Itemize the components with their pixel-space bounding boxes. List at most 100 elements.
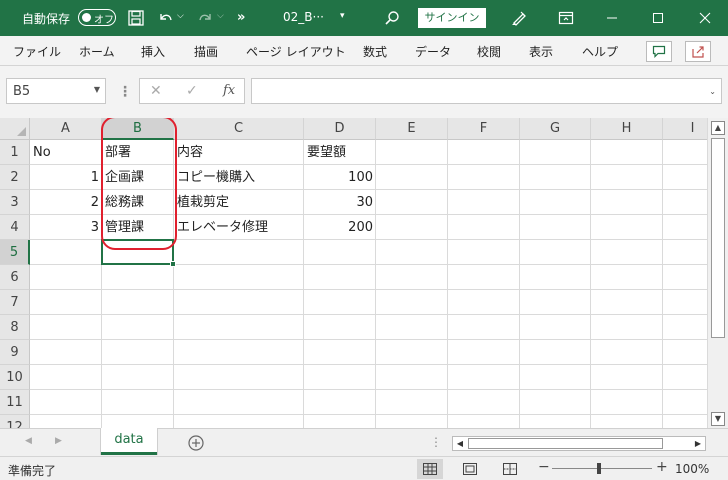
zoom-in-icon[interactable]: +: [656, 459, 668, 475]
worksheet-grid[interactable]: A B C D E F G H I 1 2 3 4 5 6 7 8 9 10 11 12 No 部署 内容 要望額 1 企画課 コピー…: [0, 118, 707, 428]
row-header-8[interactable]: 8: [0, 315, 30, 340]
fill-handle[interactable]: [170, 261, 176, 267]
zoom-slider-knob[interactable]: [597, 463, 601, 474]
row-header-6[interactable]: 6: [0, 265, 30, 290]
cancel-icon[interactable]: ✕: [150, 83, 162, 99]
row-header-7[interactable]: 7: [0, 290, 30, 315]
undo-icon[interactable]: [156, 9, 174, 27]
share-button[interactable]: [685, 41, 711, 62]
save-icon[interactable]: [127, 9, 145, 27]
sheet-tab-data[interactable]: data: [101, 428, 157, 455]
gridline-vertical: [590, 140, 591, 428]
gridline-horizontal: [30, 414, 707, 415]
more-commands-icon[interactable]: »: [237, 10, 245, 25]
tab-split-handle-icon[interactable]: ⋮: [430, 435, 442, 449]
scroll-right-icon[interactable]: ▶: [692, 438, 704, 449]
redo-dropdown-icon[interactable]: ⌵: [217, 11, 224, 21]
cell-c2[interactable]: コピー機購入: [174, 165, 304, 190]
expand-formula-bar-icon[interactable]: ⌄: [709, 87, 716, 96]
minimize-button[interactable]: [589, 0, 635, 36]
column-header-g[interactable]: G: [520, 118, 591, 140]
page-layout-view-button[interactable]: [457, 459, 483, 479]
row-header-1[interactable]: 1: [0, 140, 30, 165]
cell-a3[interactable]: 2: [30, 190, 102, 215]
horizontal-scrollbar[interactable]: ◀ ▶: [452, 436, 706, 451]
sign-in-button[interactable]: サインイン: [418, 8, 486, 28]
row-header-3[interactable]: 3: [0, 190, 30, 215]
formula-controls: ✕ ✓ fx: [139, 78, 245, 104]
menu-formulas[interactable]: 数式: [363, 43, 387, 60]
select-all-button[interactable]: [0, 118, 30, 140]
menu-draw[interactable]: 描画: [194, 43, 218, 60]
menu-file[interactable]: ファイル: [13, 43, 61, 60]
zoom-slider[interactable]: [552, 468, 652, 469]
maximize-button[interactable]: [635, 0, 681, 36]
menu-help[interactable]: ヘルプ: [582, 43, 618, 60]
column-header-c[interactable]: C: [174, 118, 304, 140]
vertical-scrollbar[interactable]: ▲ ▼: [707, 118, 728, 430]
column-header-h[interactable]: H: [591, 118, 663, 140]
title-bar: 自動保存 オフ ⌵ ⌵ » 02_B··· ▾ サインイン: [0, 0, 728, 36]
cell-d2[interactable]: 100: [304, 165, 376, 190]
autosave-toggle[interactable]: オフ: [78, 9, 116, 26]
row-header-2[interactable]: 2: [0, 165, 30, 190]
menu-review[interactable]: 校閲: [477, 43, 501, 60]
vertical-scroll-thumb[interactable]: [711, 138, 725, 338]
file-name[interactable]: 02_B···: [283, 10, 324, 24]
menu-view[interactable]: 表示: [529, 43, 553, 60]
column-header-f[interactable]: F: [448, 118, 520, 140]
enter-icon[interactable]: ✓: [186, 83, 198, 99]
formula-input[interactable]: ⌄: [251, 78, 722, 104]
cell-c3[interactable]: 植栽剪定: [174, 190, 304, 215]
menu-data[interactable]: データ: [415, 43, 451, 60]
insert-function-icon[interactable]: fx: [223, 83, 235, 98]
next-sheet-icon[interactable]: ▶: [55, 436, 62, 446]
cell-a1[interactable]: No: [30, 140, 102, 165]
close-button[interactable]: [682, 0, 728, 36]
file-dropdown-icon[interactable]: ▾: [340, 11, 345, 21]
scroll-up-icon[interactable]: ▲: [711, 121, 725, 135]
normal-view-button[interactable]: [417, 459, 443, 479]
row-header-9[interactable]: 9: [0, 340, 30, 365]
add-sheet-icon[interactable]: [187, 434, 205, 452]
cell-d1[interactable]: 要望額: [304, 140, 376, 165]
comments-button[interactable]: [646, 41, 672, 62]
row-header-10[interactable]: 10: [0, 365, 30, 390]
ribbon-tabs: ファイル ホーム 挿入 描画 ページ レイアウト 数式 データ 校閲 表示 ヘル…: [0, 36, 728, 66]
menu-page-layout[interactable]: ページ レイアウト: [246, 43, 346, 60]
cell-c4[interactable]: エレベータ修理: [174, 215, 304, 240]
row-header-12[interactable]: 12: [0, 415, 30, 428]
search-icon[interactable]: [383, 9, 401, 27]
cell-a4[interactable]: 3: [30, 215, 102, 240]
status-bar: 準備完了 − + 100%: [0, 456, 728, 480]
column-header-e[interactable]: E: [376, 118, 448, 140]
menu-home[interactable]: ホーム: [79, 43, 115, 60]
column-header-a[interactable]: A: [30, 118, 102, 140]
formula-bar-grip-icon[interactable]: ⋮: [118, 84, 132, 100]
gridline-horizontal: [30, 289, 707, 290]
cell-d4[interactable]: 200: [304, 215, 376, 240]
scroll-down-icon[interactable]: ▼: [711, 412, 725, 426]
row-header-5[interactable]: 5: [0, 240, 30, 265]
scroll-left-icon[interactable]: ◀: [454, 438, 466, 449]
cell-d3[interactable]: 30: [304, 190, 376, 215]
cell-c1[interactable]: 内容: [174, 140, 304, 165]
column-header-d[interactable]: D: [304, 118, 376, 140]
undo-dropdown-icon[interactable]: ⌵: [177, 11, 184, 21]
row-header-11[interactable]: 11: [0, 390, 30, 415]
zoom-out-icon[interactable]: −: [538, 459, 550, 475]
column-header-i[interactable]: I: [663, 118, 707, 140]
prev-sheet-icon[interactable]: ◀: [25, 436, 32, 446]
name-box[interactable]: B5 ▼: [6, 78, 106, 104]
row-header-4[interactable]: 4: [0, 215, 30, 240]
name-box-dropdown-icon[interactable]: ▼: [94, 85, 100, 94]
zoom-level[interactable]: 100%: [675, 462, 709, 476]
gridline-vertical: [447, 140, 448, 428]
horizontal-scroll-thumb[interactable]: [468, 438, 663, 449]
cell-a2[interactable]: 1: [30, 165, 102, 190]
ribbon-display-icon[interactable]: [557, 9, 575, 27]
pen-icon[interactable]: [509, 8, 529, 28]
menu-insert[interactable]: 挿入: [141, 43, 165, 60]
page-break-view-button[interactable]: [497, 459, 523, 479]
redo-icon[interactable]: [197, 9, 215, 27]
